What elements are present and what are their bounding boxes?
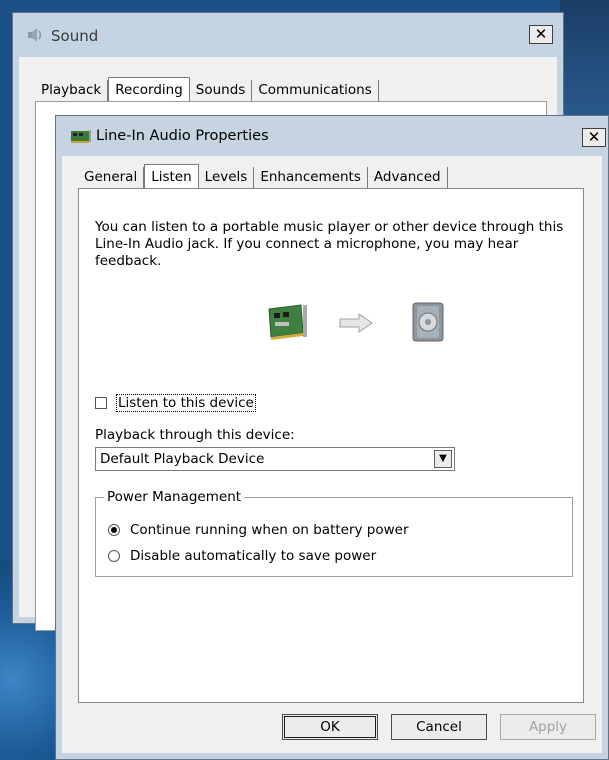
power-management-group: Power Management Continue running when o… [95, 489, 573, 577]
radio-disable-automatically[interactable]: Disable automatically to save power [108, 548, 376, 564]
sound-card-icon [268, 304, 307, 340]
desktop-background-top [560, 0, 609, 120]
radio-disable-automatically-label[interactable]: Disable automatically to save power [130, 548, 376, 564]
sound-window-close-button[interactable]: ✕ [529, 25, 553, 44]
radio-continue-running-label[interactable]: Continue running when on battery power [130, 522, 409, 538]
tab-sounds[interactable]: Sounds [190, 80, 253, 102]
line-in-properties-window: Line-In Audio Properties ✕ General Liste… [55, 115, 609, 760]
tab-playback[interactable]: Playback [35, 80, 109, 102]
speaker-icon [412, 302, 444, 342]
tab-listen[interactable]: Listen [144, 164, 199, 189]
sound-window-titlebar[interactable]: Sound ✕ [13, 13, 563, 57]
sound-card-icon [71, 130, 91, 143]
tab-enhancements[interactable]: Enhancements [254, 167, 368, 189]
tab-levels[interactable]: Levels [199, 167, 255, 189]
cancel-button[interactable]: Cancel [391, 714, 487, 740]
tab-recording[interactable]: Recording [108, 77, 190, 102]
properties-tabs: General Listen Levels Enhancements Advan… [78, 164, 448, 189]
speaker-icon [28, 28, 42, 42]
routing-illustration [229, 301, 449, 345]
tab-general[interactable]: General [78, 167, 145, 189]
apply-button[interactable]: Apply [500, 714, 596, 740]
listen-checkbox-row[interactable]: Listen to this device [95, 394, 256, 412]
power-management-legend: Power Management [104, 489, 245, 505]
tab-advanced[interactable]: Advanced [368, 167, 448, 189]
listen-tab-panel: You can listen to a portable music playe… [78, 188, 584, 703]
sound-tabs: Playback Recording Sounds Communications [35, 77, 379, 102]
arrow-right-icon [339, 313, 373, 333]
radio-disable-automatically-button[interactable] [108, 550, 120, 562]
listen-description: You can listen to a portable music playe… [95, 219, 564, 269]
radio-continue-running[interactable]: Continue running when on battery power [108, 522, 409, 538]
playback-device-value: Default Playback Device [100, 451, 265, 467]
tab-communications[interactable]: Communications [252, 80, 379, 102]
radio-continue-running-button[interactable] [108, 524, 120, 536]
properties-window-titlebar[interactable]: Line-In Audio Properties ✕ [56, 116, 608, 156]
listen-checkbox-label[interactable]: Listen to this device [116, 394, 256, 412]
playback-device-select[interactable]: Default Playback Device ▼ [95, 447, 455, 471]
properties-window-close-button[interactable]: ✕ [582, 128, 606, 147]
sound-window-title: Sound [51, 27, 99, 45]
properties-window-body: General Listen Levels Enhancements Advan… [62, 156, 602, 753]
properties-window-title: Line-In Audio Properties [96, 128, 269, 144]
listen-checkbox[interactable] [95, 397, 107, 409]
ok-button[interactable]: OK [282, 714, 378, 740]
chevron-down-icon[interactable]: ▼ [434, 450, 452, 468]
playback-device-label: Playback through this device: [95, 427, 295, 443]
